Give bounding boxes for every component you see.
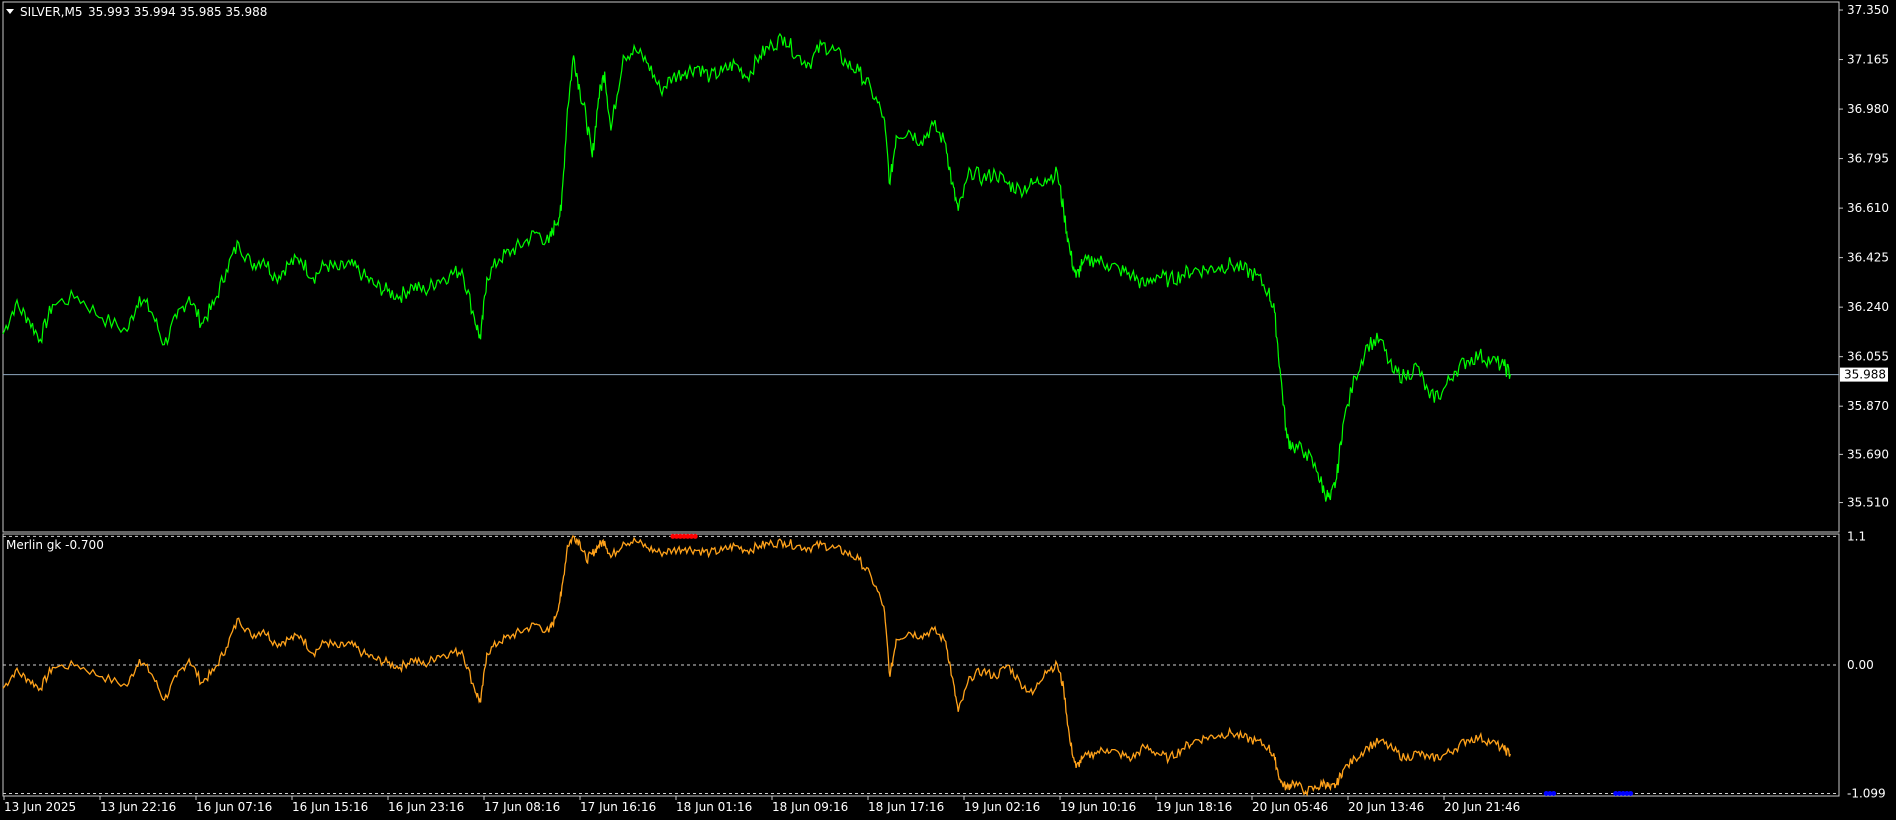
oversold-marker — [1628, 791, 1634, 797]
time-tick-label: 19 Jun 02:16 — [964, 800, 1040, 814]
price-tick-label: 36.980 — [1847, 102, 1889, 116]
price-tick-label: 35.870 — [1847, 399, 1889, 413]
time-tick-label: 19 Jun 10:16 — [1060, 800, 1136, 814]
time-tick-label: 13 Jun 22:16 — [100, 800, 176, 814]
time-tick-label: 18 Jun 09:16 — [772, 800, 848, 814]
time-tick-label: 18 Jun 01:16 — [676, 800, 752, 814]
price-tick-label: 36.425 — [1847, 251, 1889, 265]
indicator-tick-label: -1.099 — [1847, 787, 1886, 801]
price-tick-label: 36.240 — [1847, 300, 1889, 314]
symbol-label: SILVER,M5 — [20, 5, 82, 19]
time-tick-label: 19 Jun 18:16 — [1156, 800, 1232, 814]
time-tick-label: 20 Jun 05:46 — [1252, 800, 1328, 814]
oversold-marker — [1551, 791, 1557, 797]
time-tick-label: 17 Jun 08:16 — [484, 800, 560, 814]
time-tick-label: 13 Jun 2025 — [4, 800, 76, 814]
indicator-title: Merlin gk -0.700 — [6, 538, 104, 552]
time-tick-label: 16 Jun 15:16 — [292, 800, 368, 814]
price-tick-label: 36.610 — [1847, 201, 1889, 215]
ohlc-label: 35.993 35.994 35.985 35.988 — [88, 5, 267, 19]
price-tick-label: 37.165 — [1847, 53, 1889, 67]
price-tick-label: 36.055 — [1847, 350, 1889, 364]
trading-chart[interactable]: 37.350 37.165 36.980 36.795 36.610 36.425 36.2… — [0, 0, 1896, 820]
price-tick-label: 37.350 — [1847, 3, 1889, 17]
time-tick-label: 20 Jun 13:46 — [1348, 800, 1424, 814]
time-tick-label: 18 Jun 17:16 — [868, 800, 944, 814]
indicator-tick-label: 1.1 — [1847, 529, 1866, 543]
time-tick-label: 17 Jun 16:16 — [580, 800, 656, 814]
chart-background — [0, 0, 1896, 820]
time-tick-label: 16 Jun 23:16 — [388, 800, 464, 814]
price-header: SILVER,M5 35.993 35.994 35.985 35.988 — [6, 5, 267, 19]
time-tick-label: 20 Jun 21:46 — [1444, 800, 1520, 814]
price-tick-label: 35.510 — [1847, 496, 1889, 510]
overbought-marker — [692, 533, 698, 539]
indicator-tick-label: 0.00 — [1847, 658, 1874, 672]
current-price-tag: 35.988 — [1844, 368, 1886, 382]
price-tick-label: 36.795 — [1847, 152, 1889, 166]
time-tick-label: 16 Jun 07:16 — [196, 800, 272, 814]
price-tick-label: 35.690 — [1847, 447, 1889, 461]
